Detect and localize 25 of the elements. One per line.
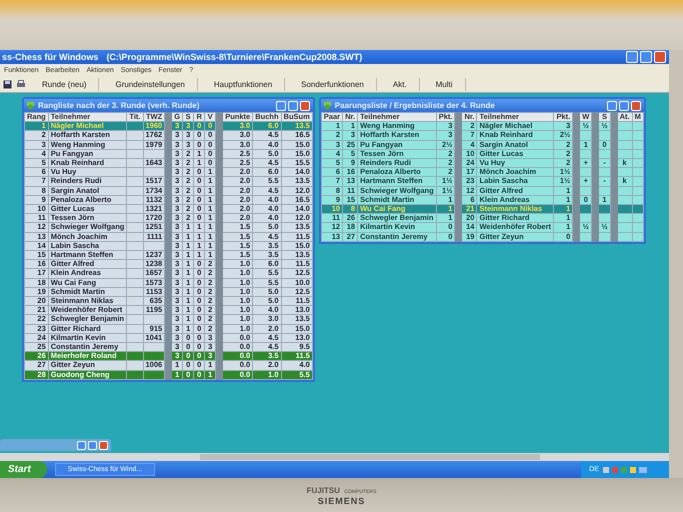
- horizontal-scrollbar[interactable]: [0, 453, 669, 461]
- scrollbar-thumb[interactable]: [200, 454, 540, 460]
- tray-icons[interactable]: [603, 466, 649, 474]
- close-button[interactable]: [654, 51, 666, 63]
- clover-icon: [26, 101, 35, 110]
- window-title: Paarungsliste / Ergebnisliste der 4. Runde: [334, 101, 495, 110]
- start-button[interactable]: Start: [0, 461, 47, 478]
- window-title: Rangliste nach der 3. Runde (verh. Runde): [38, 101, 200, 110]
- close-button[interactable]: [99, 440, 108, 450]
- minimize-button[interactable]: [77, 440, 86, 450]
- minimize-button[interactable]: [606, 100, 617, 110]
- minimized-window[interactable]: [0, 439, 111, 451]
- maximize-button[interactable]: [618, 100, 629, 110]
- close-button[interactable]: [300, 100, 310, 110]
- maximize-button[interactable]: [288, 100, 298, 110]
- window-title: ss-Chess für Windows: [2, 52, 98, 62]
- close-button[interactable]: [630, 100, 641, 110]
- clover-icon: [322, 101, 332, 110]
- printer-icon[interactable]: [16, 80, 26, 88]
- minimize-button[interactable]: [626, 51, 638, 63]
- save-icon[interactable]: [3, 80, 12, 88]
- maximize-button[interactable]: [640, 51, 652, 63]
- maximize-button[interactable]: [88, 440, 97, 450]
- file-path: (C:\Programme\WinSwiss-8\Turniere\FrankenCup2008.SWT): [106, 52, 362, 62]
- minimize-button[interactable]: [276, 100, 286, 110]
